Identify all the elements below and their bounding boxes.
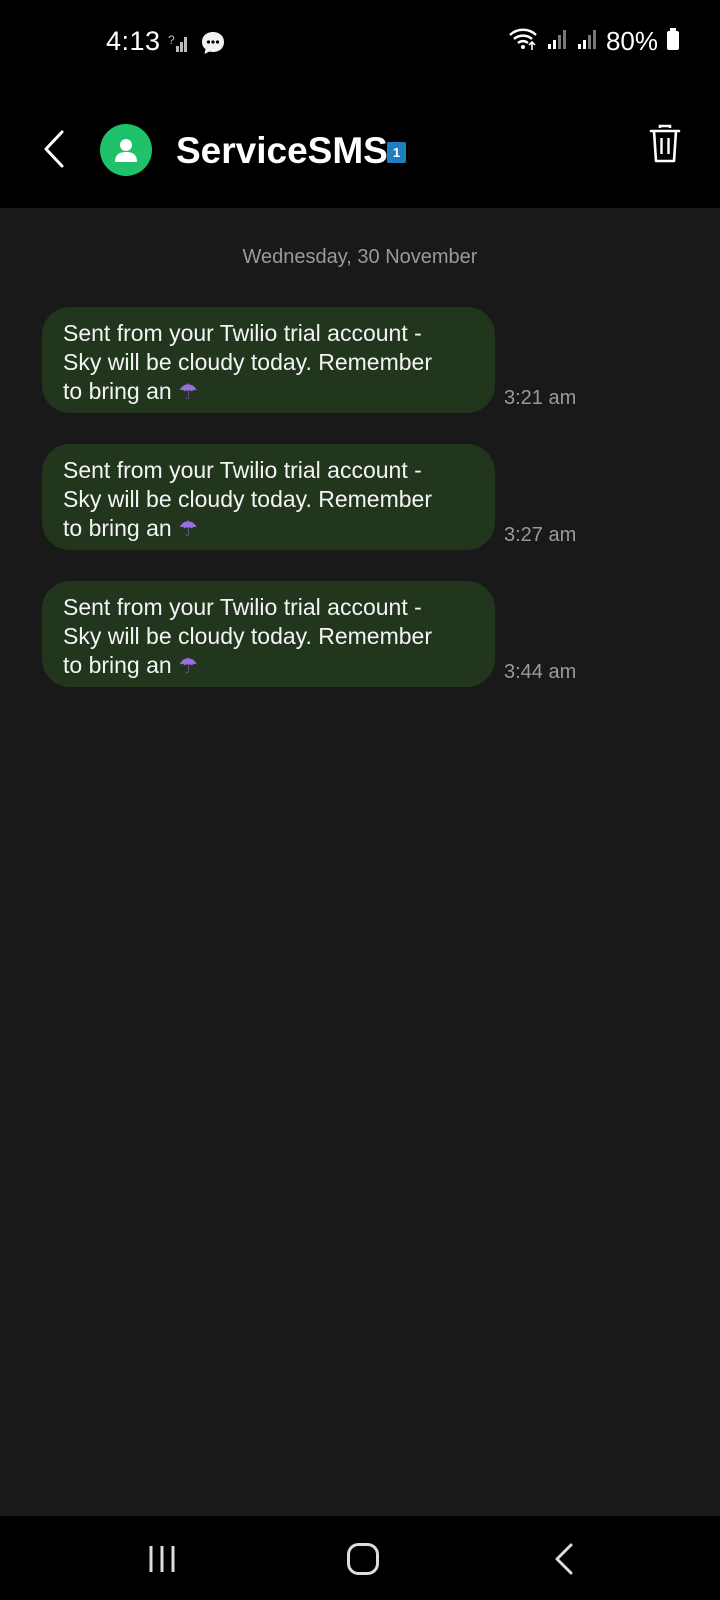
umbrella-emoji: ☂ — [178, 380, 198, 405]
message-text-line: Sent from your Twilio trial account - — [63, 594, 422, 620]
recents-button[interactable] — [146, 1544, 178, 1574]
messages-screen: 4:13 ? 80% ServiceSMS 1 Wednesday, 30 No… — [0, 0, 720, 1600]
contact-avatar[interactable] — [100, 124, 152, 176]
signal-icon — [546, 28, 568, 55]
back-icon — [44, 130, 64, 168]
signal-icon — [576, 28, 598, 55]
navigation-bar — [0, 1516, 720, 1600]
date-divider: Wednesday, 30 November — [242, 246, 478, 268]
nav-back-button[interactable] — [552, 1542, 576, 1576]
message-text-line: Sky will be cloudy today. Remember — [63, 486, 432, 512]
status-left-icons: ? — [168, 30, 226, 61]
contact-avatar-icon — [115, 139, 137, 162]
umbrella-emoji: ☂ — [178, 517, 198, 542]
conversation-area[interactable]: Wednesday, 30 November Sent from your Tw… — [0, 208, 720, 1516]
home-button[interactable] — [346, 1542, 380, 1576]
conversation-header: ServiceSMS 1 — [0, 88, 720, 208]
status-right-icons: 80% — [508, 26, 680, 57]
message-text-line: to bring an — [63, 652, 172, 678]
contact-name[interactable]: ServiceSMS — [176, 130, 388, 172]
recents-icon — [149, 1546, 175, 1572]
status-time: 4:13 — [106, 26, 161, 56]
home-icon — [347, 1543, 379, 1575]
message-text-line: Sky will be cloudy today. Remember — [63, 349, 432, 375]
message-text-line: Sent from your Twilio trial account - — [63, 320, 422, 346]
message-text-line: Sky will be cloudy today. Remember — [63, 623, 432, 649]
delete-button[interactable] — [648, 124, 682, 164]
signal-unknown-icon: ? — [168, 32, 190, 59]
battery-icon — [666, 27, 680, 56]
trash-icon — [649, 124, 681, 163]
svg-text:?: ? — [168, 33, 175, 47]
message-notification-icon — [200, 30, 226, 61]
message-text-line: to bring an — [63, 378, 172, 404]
message-text-line: Sent from your Twilio trial account - — [63, 457, 422, 483]
umbrella-emoji: ☂ — [178, 654, 198, 679]
message-timestamp: 3:27 am — [504, 524, 577, 546]
battery-level: 80% — [605, 26, 658, 56]
nav-back-icon — [555, 1543, 573, 1575]
wifi-icon — [508, 27, 538, 56]
back-button[interactable] — [36, 128, 72, 170]
status-bar: 4:13 ? 80% — [0, 0, 720, 88]
message-bubble[interactable]: Sent from your Twilio trial account - Sk… — [42, 307, 495, 413]
message-timestamp: 3:21 am — [504, 387, 577, 409]
message-timestamp: 3:44 am — [504, 661, 577, 683]
message-bubble[interactable]: Sent from your Twilio trial account - Sk… — [42, 581, 495, 687]
sim-badge: 1 — [387, 142, 406, 163]
message-text-line: to bring an — [63, 515, 172, 541]
message-bubble[interactable]: Sent from your Twilio trial account - Sk… — [42, 444, 495, 550]
